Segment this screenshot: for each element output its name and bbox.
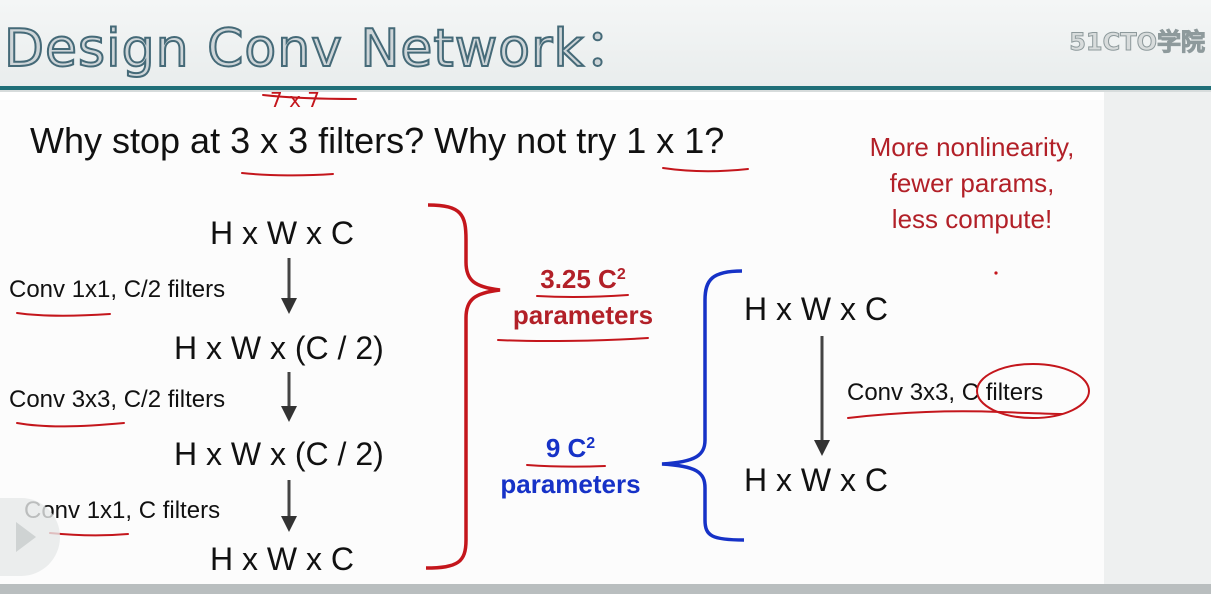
handwritten-annotations: [16, 94, 1090, 537]
play-icon: [16, 522, 36, 552]
arrow-down-icon: [281, 258, 297, 314]
arrow-down-icon: [281, 372, 297, 422]
diagram-overlay: 7 x 7: [16, 88, 1090, 570]
play-button[interactable]: [0, 498, 60, 576]
handwritten-note: 7 x 7: [270, 88, 320, 112]
player-progress-bar[interactable]: [0, 584, 1211, 594]
right-brace: [661, 269, 745, 542]
left-brace: [425, 203, 501, 570]
arrow-down-icon: [814, 336, 830, 456]
arrow-down-icon: [281, 480, 297, 532]
